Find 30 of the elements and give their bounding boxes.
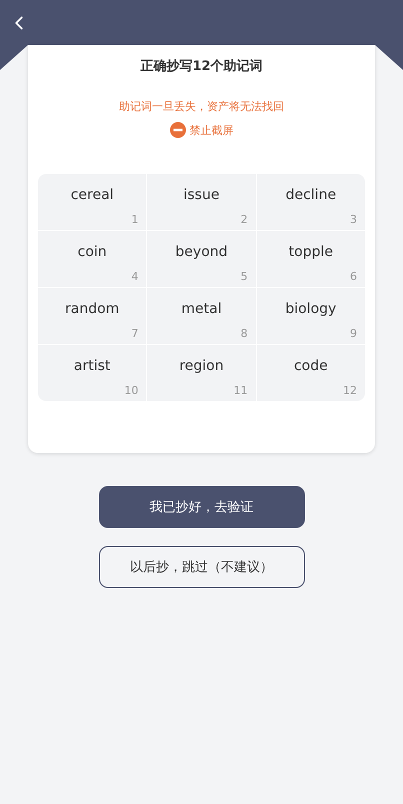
mnemonic-word: artist [72,358,112,374]
word-index: 2 [240,213,248,226]
no-entry-icon [170,122,186,138]
word-index: 12 [343,384,357,397]
skip-button[interactable]: 以后抄，跳过（不建议） [98,546,304,588]
word-index: 4 [131,270,138,283]
word-index: 5 [240,270,248,283]
mnemonic-word: coin [76,244,108,260]
mnemonic-word: region [178,358,225,374]
warning-text: 助记词一旦丢失，资产将无法找回 [119,99,284,114]
mnemonic-word: cereal [70,187,115,203]
word-index: 6 [350,270,357,283]
word-index: 7 [131,327,138,340]
mnemonic-word: beyond [174,244,229,260]
mnemonic-word: random [64,301,120,317]
word-index: 8 [240,327,248,340]
word-index: 3 [350,213,357,226]
mnemonic-word: biology [284,301,338,317]
word-index: 9 [350,327,357,340]
mnemonic-word: issue [182,187,220,203]
card-title: 正确抄写12个助记词 [140,58,263,75]
notice-text: 禁止截屏 [190,122,234,138]
mnemonic-word: decline [284,187,338,203]
mnemonic-word: metal [180,301,223,317]
mnemonic-word: topple [288,244,334,260]
verify-button[interactable]: 我已抄好，去验证 [98,486,304,528]
word-index: 1 [131,213,138,226]
word-index: 11 [234,384,248,397]
mnemonic-word: code [292,358,329,374]
word-index: 10 [124,384,138,397]
